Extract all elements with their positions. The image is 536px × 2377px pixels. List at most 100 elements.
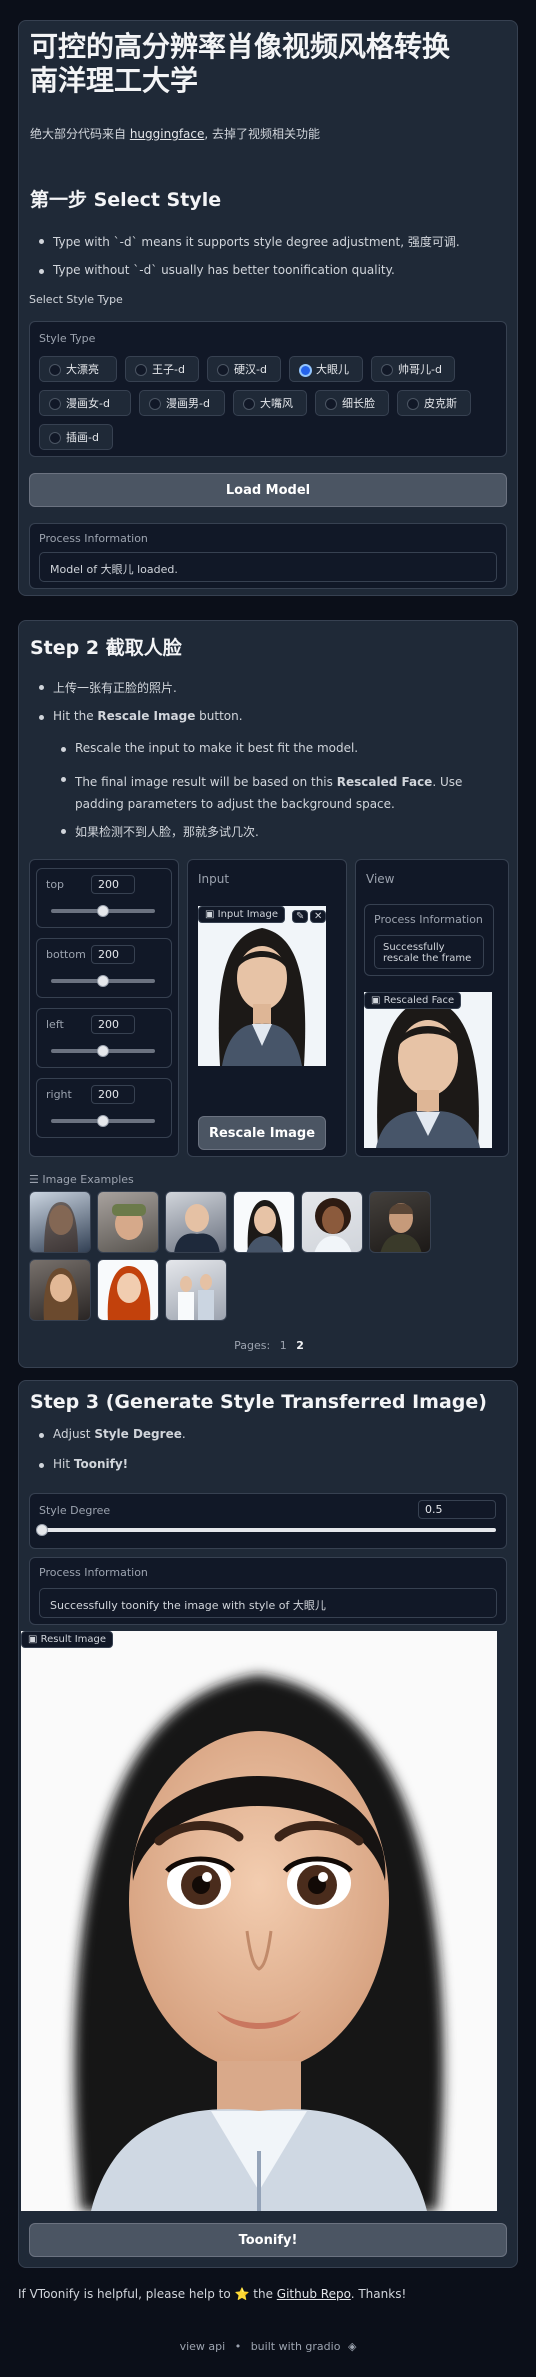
page-2-link[interactable]: 2 bbox=[296, 1339, 304, 1352]
style-option-7[interactable]: 漫画男-d bbox=[139, 390, 225, 416]
style-option-6[interactable]: 漫画女-d bbox=[39, 390, 131, 416]
step2-sub-1: Rescale the input to make it best fit th… bbox=[60, 741, 359, 755]
slider-top-thumb[interactable] bbox=[97, 905, 109, 917]
step3-bullet1-suffix: . bbox=[181, 1427, 186, 1441]
clear-icon[interactable]: ✕ bbox=[310, 910, 327, 923]
example-face-4 bbox=[246, 1200, 284, 1252]
bullet2-bold: Rescale Image bbox=[97, 709, 196, 723]
style-degree-value[interactable]: 0.5 bbox=[418, 1500, 496, 1519]
step3-process-box: Process Information Successfully toonify… bbox=[29, 1557, 507, 1625]
style-option-1[interactable]: 大漂亮 bbox=[39, 356, 117, 382]
page-1-link[interactable]: 1 bbox=[280, 1339, 287, 1352]
step3-bullet1-bold: Style Degree bbox=[94, 1427, 182, 1441]
style-type-label: Style Type bbox=[39, 332, 96, 345]
view-process-text[interactable]: Successfully rescale the frame bbox=[374, 935, 484, 969]
step1-process-label: Process Information bbox=[39, 532, 148, 545]
style-degree-track[interactable] bbox=[42, 1528, 496, 1532]
example-thumb-2[interactable] bbox=[97, 1191, 159, 1253]
example-face-9 bbox=[178, 1274, 214, 1320]
style-option-5[interactable]: 帅哥儿-d bbox=[371, 356, 455, 382]
huggingface-link[interactable]: huggingface bbox=[130, 127, 205, 141]
slider-left: left 200 bbox=[36, 1008, 172, 1068]
step3-process-label: Process Information bbox=[39, 1566, 148, 1579]
step1-process-text[interactable]: Model of 大眼儿 loaded. bbox=[39, 552, 497, 582]
style-option-9[interactable]: 细长脸 bbox=[315, 390, 389, 416]
step3-title: Step 3 (Generate Style Transferred Image… bbox=[30, 1391, 487, 1413]
step1-process-box: Process Information Model of 大眼儿 loaded. bbox=[29, 523, 507, 589]
github-repo-link[interactable]: Github Repo bbox=[277, 2287, 351, 2301]
style-option-label: 皮克斯 bbox=[424, 397, 457, 410]
example-thumb-6[interactable] bbox=[369, 1191, 431, 1253]
style-option-label: 漫画女-d bbox=[66, 397, 110, 410]
page-title-line1: 可控的高分辨率肖像视频风格转换 bbox=[30, 30, 451, 63]
example-face-8 bbox=[107, 1266, 151, 1320]
built-with-gradio-link[interactable]: built with gradio bbox=[251, 2340, 341, 2353]
slider-right-thumb[interactable] bbox=[97, 1115, 109, 1127]
example-thumb-8[interactable] bbox=[97, 1259, 159, 1321]
rescaled-face-tag: ▣ Rescaled Face bbox=[364, 992, 462, 1009]
style-type-group: Style Type 大漂亮 王子-d 硬汉-d 大眼儿 帅哥儿-d 漫画女-d… bbox=[29, 321, 507, 457]
example-thumb-5[interactable] bbox=[301, 1191, 363, 1253]
footer-mid: the bbox=[249, 2287, 277, 2301]
slider-left-label: left bbox=[46, 1018, 64, 1031]
example-face-2 bbox=[112, 1204, 146, 1240]
example-thumb-4[interactable] bbox=[233, 1191, 295, 1253]
gradio-footer: view api • built with gradio ◈ bbox=[0, 2340, 536, 2353]
image-icon: ▣ bbox=[205, 909, 218, 920]
example-thumb-3[interactable] bbox=[165, 1191, 227, 1253]
footer-note: If VToonify is helpful, please help to ⭐… bbox=[18, 2287, 406, 2301]
input-label: Input bbox=[198, 872, 230, 886]
style-option-label: 大嘴风 bbox=[260, 397, 293, 410]
examples-label-text: Image Examples bbox=[42, 1173, 134, 1186]
toonify-button[interactable]: Toonify! bbox=[29, 2223, 507, 2257]
rescale-image-button[interactable]: Rescale Image bbox=[198, 1116, 326, 1150]
result-image-tag: ▣ Result Image bbox=[21, 1631, 114, 1648]
input-image[interactable] bbox=[198, 906, 326, 1066]
desc-prefix: 绝大部分代码来自 bbox=[30, 127, 130, 141]
example-thumb-7[interactable] bbox=[29, 1259, 91, 1321]
view-process-box: Process Information Successfully rescale… bbox=[364, 904, 494, 976]
slider-right-label: right bbox=[46, 1088, 72, 1101]
step2-title: Step 2 截取人脸 bbox=[30, 637, 182, 659]
toonified-portrait bbox=[21, 1631, 497, 2211]
style-option-4[interactable]: 大眼儿 bbox=[289, 356, 363, 382]
style-option-label: 硬汉-d bbox=[234, 363, 267, 376]
rescaled-face-image[interactable] bbox=[364, 992, 492, 1148]
gradio-logo-icon: ◈ bbox=[347, 2340, 357, 2353]
step2-bullet-1: 上传一张有正脸的照片. bbox=[39, 681, 177, 695]
input-column: Input ▣ Input Image ✎ ✕ Rescale Image bbox=[187, 859, 347, 1157]
slider-bottom-label: bottom bbox=[46, 948, 86, 961]
step3-bullet-2: Hit Toonify! bbox=[38, 1457, 128, 1471]
padding-sliders-column: top 200 bottom 200 left 200 right 200 bbox=[29, 859, 179, 1157]
slider-right-value[interactable]: 200 bbox=[91, 1085, 135, 1104]
style-option-3[interactable]: 硬汉-d bbox=[207, 356, 281, 382]
sub2-prefix: The final image result will be based on … bbox=[75, 775, 337, 789]
example-thumb-9[interactable] bbox=[165, 1259, 227, 1321]
image-icon: ▣ bbox=[371, 995, 384, 1006]
slider-bottom-value[interactable]: 200 bbox=[91, 945, 135, 964]
style-option-label: 细长脸 bbox=[342, 397, 375, 410]
rescaled-portrait bbox=[364, 992, 492, 1148]
view-api-link[interactable]: view api bbox=[180, 2340, 226, 2353]
slider-top-value[interactable]: 200 bbox=[91, 875, 135, 894]
sub2-bold: Rescaled Face bbox=[336, 775, 433, 789]
style-option-10[interactable]: 皮克斯 bbox=[397, 390, 471, 416]
header-panel: 可控的高分辨率肖像视频风格转换 南洋理工大学 绝大部分代码来自 huggingf… bbox=[18, 20, 518, 596]
slider-top: top 200 bbox=[36, 868, 172, 928]
style-option-2[interactable]: 王子-d bbox=[125, 356, 199, 382]
example-thumb-1[interactable] bbox=[29, 1191, 91, 1253]
example-face-1 bbox=[44, 1202, 78, 1252]
style-degree-thumb[interactable] bbox=[36, 1524, 48, 1536]
style-option-11[interactable]: 插画-d bbox=[39, 424, 113, 450]
style-option-label: 漫画男-d bbox=[166, 397, 210, 410]
view-column: View Process Information Successfully re… bbox=[355, 859, 509, 1157]
slider-bottom-thumb[interactable] bbox=[97, 975, 109, 987]
slider-left-value[interactable]: 200 bbox=[91, 1015, 135, 1034]
step2-panel: Step 2 截取人脸 上传一张有正脸的照片. Hit the Rescale … bbox=[18, 620, 518, 1368]
result-image[interactable] bbox=[21, 1631, 497, 2211]
step3-process-text[interactable]: Successfully toonify the image with styl… bbox=[39, 1588, 497, 1618]
style-option-8[interactable]: 大嘴风 bbox=[233, 390, 307, 416]
slider-left-thumb[interactable] bbox=[97, 1045, 109, 1057]
load-model-button[interactable]: Load Model bbox=[29, 473, 507, 507]
edit-icon[interactable]: ✎ bbox=[292, 910, 309, 923]
